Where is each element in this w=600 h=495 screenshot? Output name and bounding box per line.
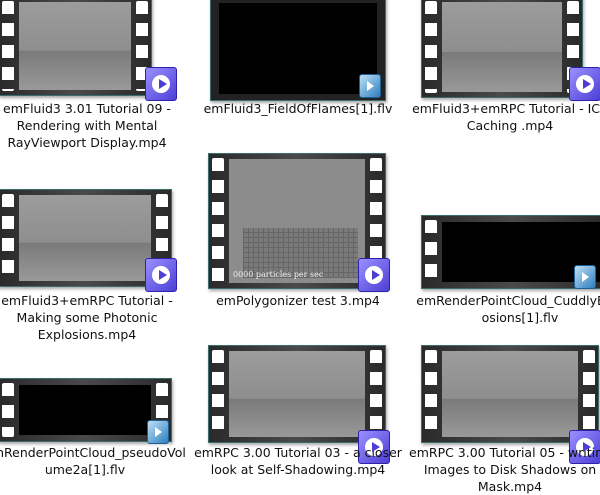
video-overlay-text: 0000 particles per sec [233,270,324,279]
file-name-line: Explosions.mp4 [37,327,137,342]
file-name-line: Images to Disk Shadows on [423,462,597,477]
file-name-line: emRenderPointCloud_CuddlyExpl [416,293,600,308]
file-name-line: emFluid3+emRPC Tutorial - ICE [412,101,600,116]
file-name-line: emFluid3+emRPC Tutorial - [1,293,173,308]
file-name-line: emPolygonizer test 3.mp4 [216,293,380,308]
file-name-line: Mask.mp4 [477,479,543,494]
file-name-line: look at Self-Shadowing.mp4 [210,462,386,477]
file-name-line: Rendering with Mental [16,118,158,133]
file-name: emRenderPointCloud_pseudoVol ume2a[1].flv [0,444,200,478]
file-name-line: Making some Photonic [16,310,158,325]
media-player-icon [569,67,600,101]
video-thumbnail [421,0,583,98]
file-name: emFluid3_FieldOfFlames[1].flv [193,100,403,117]
file-name: emRPC 3.00 Tutorial 05 - writing Images t… [405,444,600,495]
flash-video-icon [147,420,169,444]
file-name: emPolygonizer test 3.mp4 [193,292,403,309]
file-name-line: Caching .mp4 [466,118,554,133]
flash-video-icon [574,265,596,289]
video-thumbnail [208,345,386,443]
video-thumbnail [0,0,152,96]
file-name-line: emRPC 3.00 Tutorial 05 - writing [409,445,600,460]
media-player-icon [145,67,177,101]
media-player-icon [145,258,177,292]
file-name-line: ume2a[1].flv [44,462,126,477]
file-name: emFluid3 3.01 Tutorial 09 - Rendering wit… [0,100,192,151]
file-name-line: emFluid3 3.01 Tutorial 09 - [3,101,171,116]
media-player-icon [358,258,390,292]
file-name-line: emRenderPointCloud_pseudoVol [0,445,186,460]
flash-video-icon [359,74,381,98]
file-name: emFluid3+emRPC Tutorial - Making some Pho… [0,292,192,343]
file-name-line: emFluid3_FieldOfFlames[1].flv [203,101,393,116]
file-name-line: osions[1].flv [481,310,559,325]
file-name: emRenderPointCloud_CuddlyExpl osions[1].f… [405,292,600,326]
file-name: emFluid3+emRPC Tutorial - ICE Caching .mp… [405,100,600,134]
video-thumbnail [421,345,599,443]
file-name-line: RayViewport Display.mp4 [7,135,167,150]
